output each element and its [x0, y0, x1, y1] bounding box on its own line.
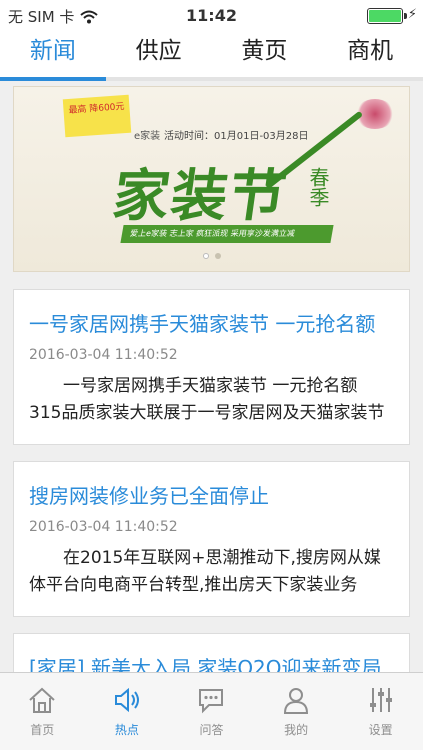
- news-card[interactable]: 一号家居网携手天猫家装节 一元抢名额 2016-03-04 11:40:52 一…: [13, 289, 410, 445]
- battery-icon: [367, 8, 407, 24]
- speaker-icon: [114, 687, 139, 713]
- carousel-dot[interactable]: [202, 253, 209, 259]
- tab-business[interactable]: 商机: [317, 30, 423, 80]
- tab-supply[interactable]: 供应: [106, 30, 212, 80]
- tab-yellow-pages[interactable]: 黄页: [212, 30, 318, 80]
- sliders-icon: [369, 688, 392, 712]
- news-date: 2016-03-04 11:40:52: [29, 519, 178, 535]
- promo-banner[interactable]: 最高 降600元 e家装 活动时间：01月01日-03月28日 家装节 春季 爱…: [13, 86, 410, 272]
- news-card[interactable]: 搜房网装修业务已全面停止 2016-03-04 11:40:52 在2015年互…: [13, 461, 410, 617]
- news-summary: 一号家居网携手天猫家装节 一元抢名额 315品质家装大联展于一号家居网及天猫家装…: [29, 376, 385, 423]
- news-date: 2016-03-04 11:40:52: [29, 347, 178, 363]
- chat-icon: [199, 689, 224, 714]
- banner-slogan: 爱上e家装 志上家 疯狂派现 采用享沙发满立减: [120, 225, 334, 243]
- banner-season: 春季: [306, 167, 330, 207]
- status-bar: 无 SIM 卡 11:42 ⚡: [0, 0, 423, 30]
- nav-mine[interactable]: 我的: [254, 673, 339, 750]
- banner-brand: e家装: [134, 131, 161, 142]
- tab-news[interactable]: 新闻: [0, 30, 106, 80]
- charging-icon: ⚡: [407, 7, 417, 22]
- user-icon: [284, 688, 309, 714]
- nav-label: 问答: [199, 723, 224, 737]
- tab-indicator: [0, 77, 106, 81]
- nav-qa[interactable]: 问答: [169, 673, 254, 750]
- nav-label: 设置: [368, 723, 393, 737]
- bottom-tab-bar: 首页 热点 问答 我的 设置: [0, 672, 423, 750]
- category-tabs: 新闻 供应 黄页 商机: [0, 30, 423, 80]
- nav-settings[interactable]: 设置: [338, 673, 423, 750]
- banner-title: 家装节: [108, 163, 293, 229]
- nav-label: 我的: [284, 723, 309, 737]
- home-icon: [29, 687, 55, 713]
- news-summary: 在2015年互联网+思潮推动下,搜房网从媒体平台向电商平台转型,推出房天下家装业…: [29, 548, 381, 595]
- banner-date: 活动时间：01月01日-03月28日: [164, 131, 309, 142]
- nav-hot[interactable]: 热点: [85, 673, 170, 750]
- status-time: 11:42: [186, 6, 237, 25]
- news-title[interactable]: 一号家居网携手天猫家装节 一元抢名额: [29, 308, 394, 337]
- nav-home[interactable]: 首页: [0, 673, 85, 750]
- nav-label: 首页: [30, 723, 55, 737]
- carousel-dot[interactable]: [214, 253, 221, 259]
- nav-label: 热点: [114, 723, 139, 737]
- news-title[interactable]: 搜房网装修业务已全面停止: [29, 480, 394, 509]
- carousel-dots: [14, 253, 409, 259]
- discount-tag: 最高 降600元: [62, 94, 132, 138]
